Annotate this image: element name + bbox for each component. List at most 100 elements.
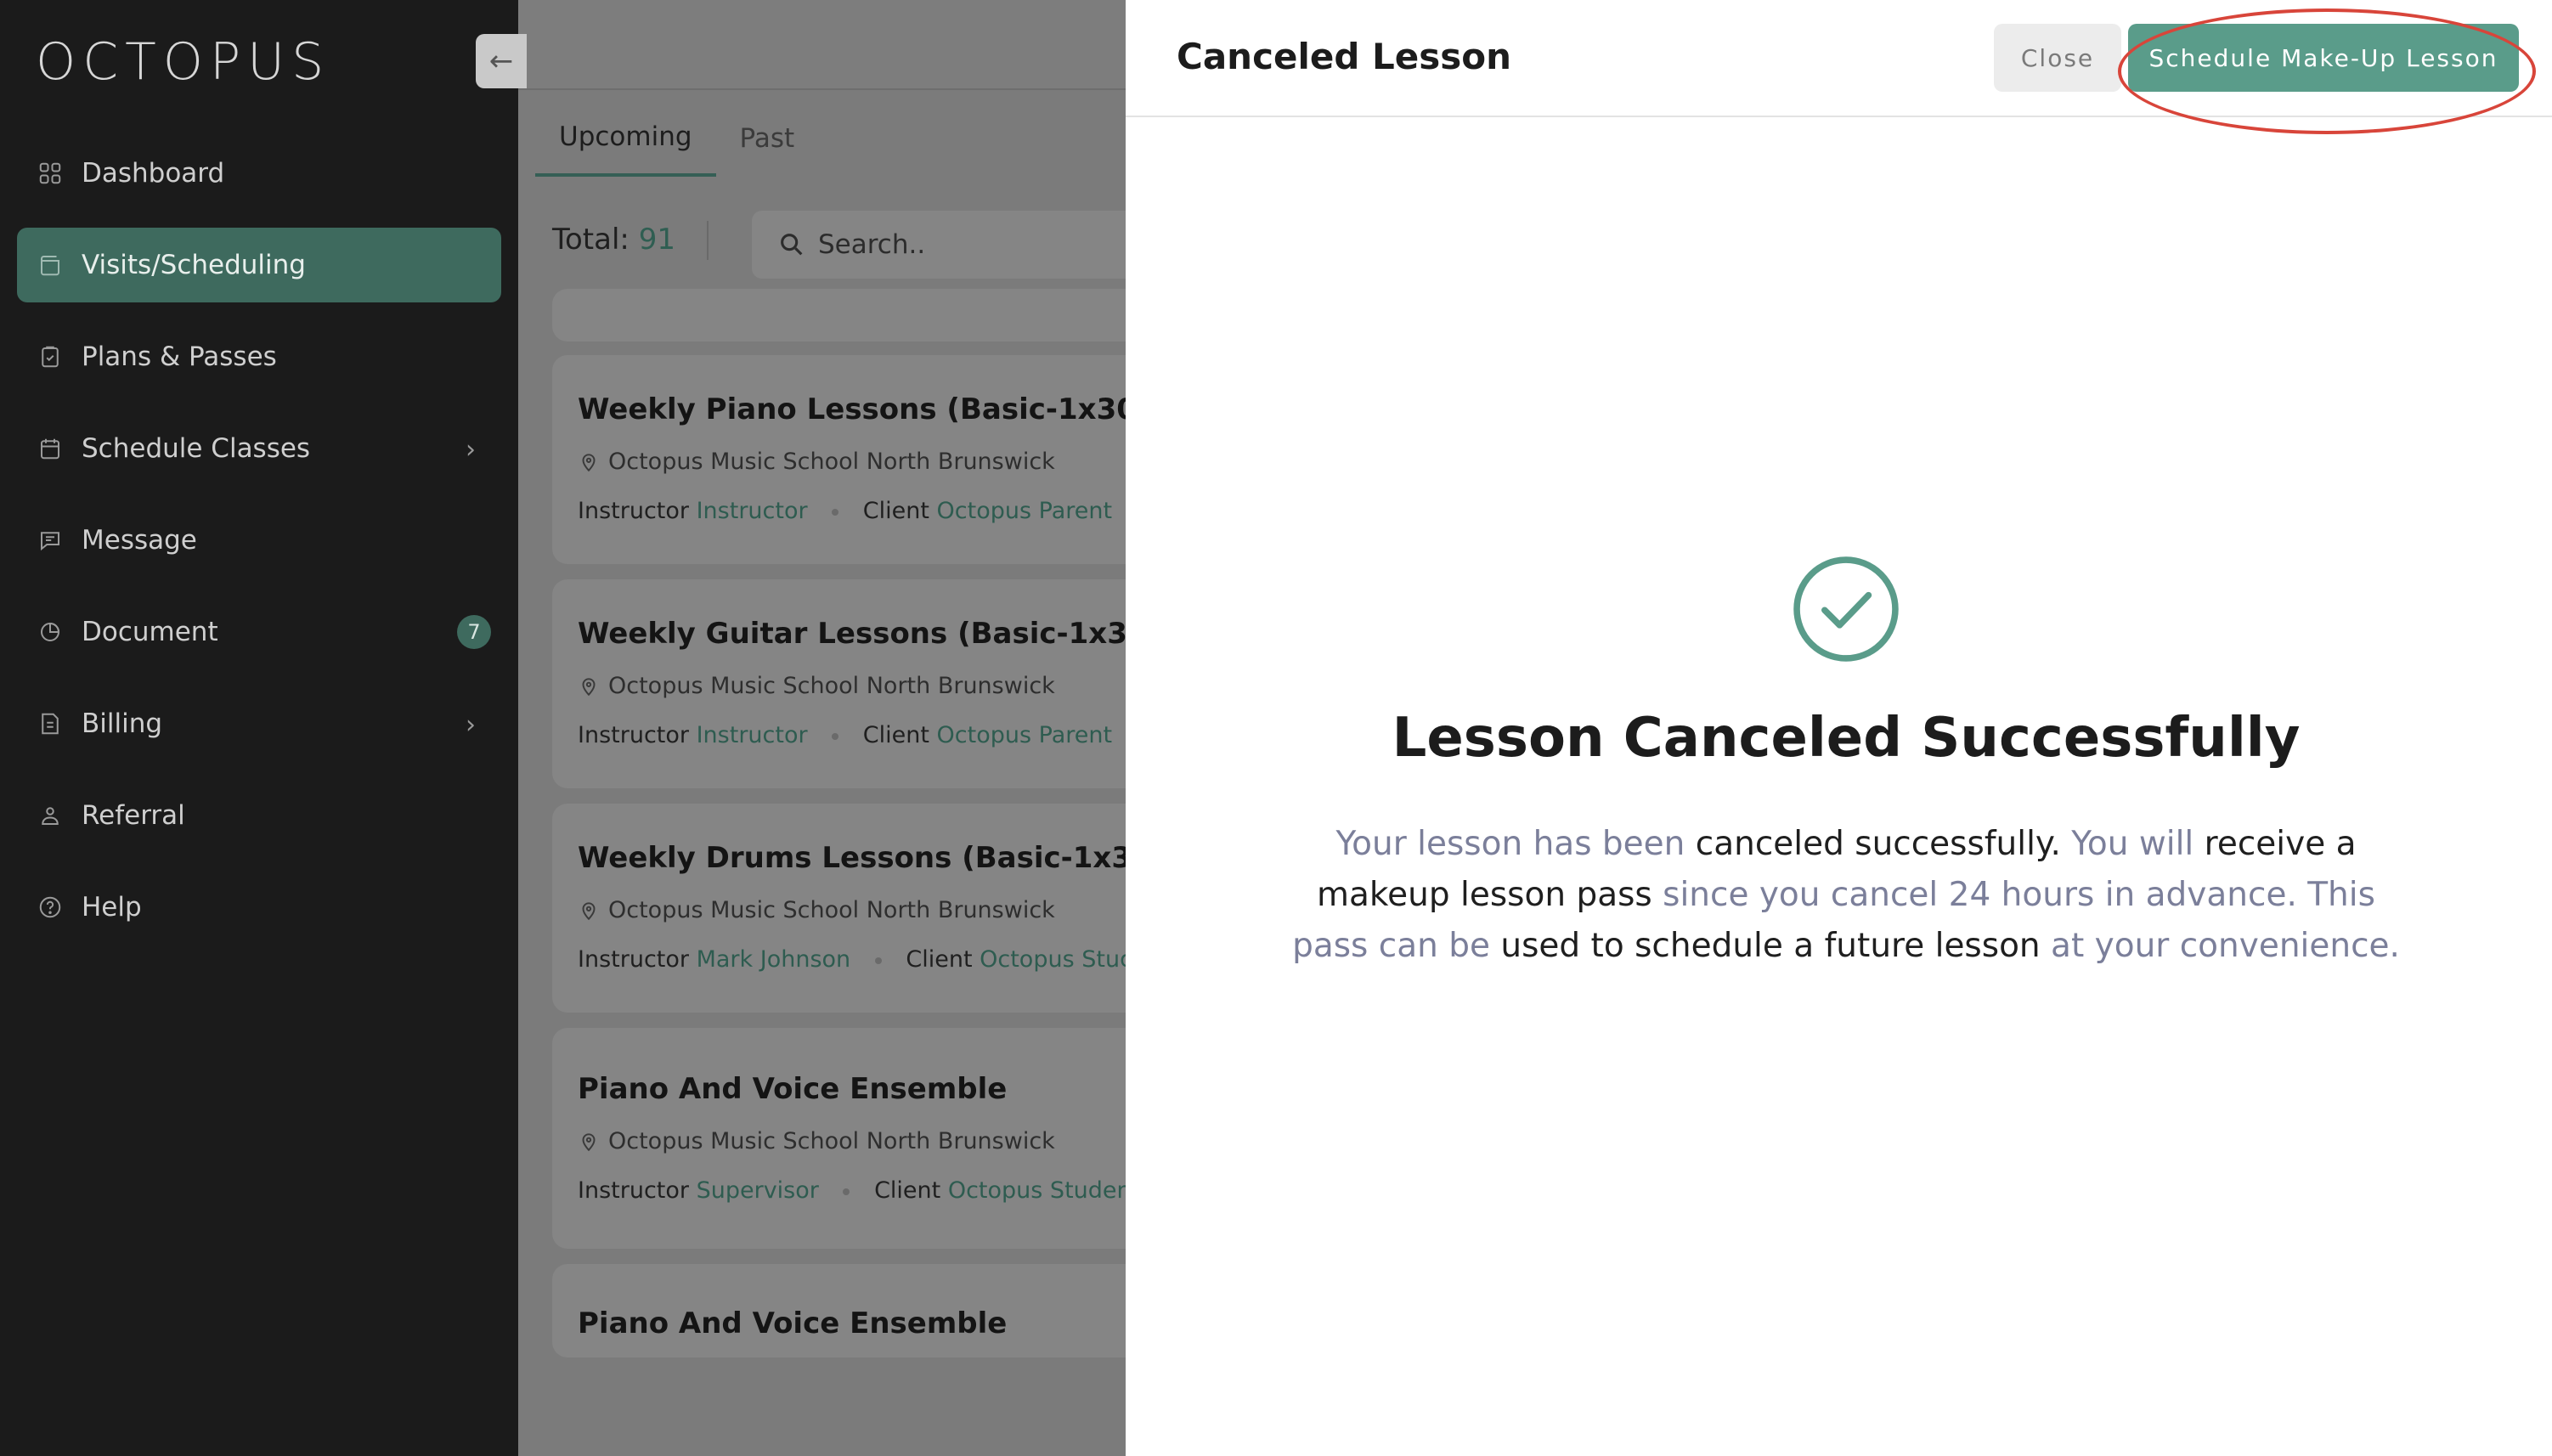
location-pin-icon [582, 677, 596, 696]
sidebar-item-label: Message [82, 525, 197, 556]
lesson-card[interactable]: Piano And Voice Ensemble [552, 1264, 1126, 1357]
drawer-header: Canceled Lesson Close Schedule Make-Up L… [1126, 0, 2552, 134]
lesson-title: Weekly Drums Lessons (Basic-1x30) [578, 841, 1126, 875]
message-fragment: Your lesson has been [1335, 825, 1696, 863]
sidebar-item-plans-passes[interactable]: Plans & Passes [17, 319, 501, 394]
search-icon [781, 234, 803, 256]
location-text: Octopus Music School North Brunswick [608, 449, 1055, 475]
sidebar-item-label: Plans & Passes [82, 341, 277, 372]
location-text: Octopus Music School North Brunswick [608, 1128, 1055, 1154]
total-value: 91 [638, 223, 675, 257]
lesson-people: Instructor Instructor Client Octopus Par… [578, 498, 1126, 524]
client-name[interactable]: Octopus Studer [980, 946, 1126, 973]
message-fragment: used to schedule a future lesson [1500, 927, 2052, 965]
drawer-title: Canceled Lesson [1177, 36, 1512, 77]
sidebar-item-document[interactable]: Document 7 [17, 595, 501, 669]
canceled-lesson-drawer: Canceled Lesson Close Schedule Make-Up L… [1126, 0, 2552, 1456]
schedule-makeup-lesson-button[interactable]: Schedule Make-Up Lesson [2128, 24, 2519, 92]
location-text: Octopus Music School North Brunswick [608, 897, 1055, 923]
instructor-name[interactable]: Instructor [697, 498, 808, 524]
calendar-icon [36, 251, 65, 279]
chevron-right-icon: › [466, 710, 476, 740]
chevron-right-icon: › [466, 435, 476, 465]
client-name[interactable]: Octopus Parent [937, 722, 1113, 748]
referral-icon [36, 801, 65, 830]
tab-past[interactable]: Past [716, 100, 819, 177]
lesson-title: Weekly Piano Lessons (Basic-1x30) [578, 392, 1126, 426]
success-message: Your lesson has been canceled successful… [1287, 819, 2405, 972]
separator-dot [832, 508, 839, 516]
sidebar-item-billing[interactable]: Billing › [17, 686, 501, 761]
instructor-label: Instructor [578, 1177, 689, 1204]
lesson-card[interactable]: Piano And Voice Ensemble Octopus Music S… [552, 1028, 1126, 1249]
message-fragment: canceled successfully. [1695, 825, 2072, 863]
search-input[interactable]: Search.. [752, 211, 1126, 279]
sidebar-item-referral[interactable]: Referral [17, 778, 501, 853]
tab-bar: Upcoming Past [535, 100, 1126, 177]
close-button[interactable]: Close [1994, 24, 2121, 92]
lesson-location: Octopus Music School North Brunswick [578, 897, 1055, 923]
lesson-location: Octopus Music School North Brunswick [578, 449, 1055, 475]
help-icon [36, 893, 65, 922]
sidebar-item-dashboard[interactable]: Dashboard [17, 136, 501, 211]
client-label: Client [862, 722, 929, 748]
sidebar-item-label: Dashboard [82, 158, 225, 189]
lesson-card[interactable]: Weekly Guitar Lessons (Basic-1x30) Octop… [552, 579, 1126, 788]
sidebar-item-help[interactable]: Help [17, 870, 501, 945]
sidebar-item-label: Schedule Classes [82, 433, 311, 464]
client-label: Client [862, 498, 929, 524]
separator-dot [832, 732, 839, 740]
main-content: Upcoming Past Total: 91 Search.. Weekly … [518, 0, 1126, 1456]
lesson-card[interactable]: Weekly Piano Lessons (Basic-1x30) Octopu… [552, 355, 1126, 564]
tab-upcoming[interactable]: Upcoming [535, 100, 716, 177]
app-logo[interactable]: OCTOPUS [36, 32, 330, 92]
client-name[interactable]: Octopus Parent [937, 498, 1113, 524]
lesson-title: Piano And Voice Ensemble [578, 1306, 1008, 1340]
lesson-people: Instructor Mark Johnson Client Octopus S… [578, 946, 1126, 973]
top-bar [518, 0, 1126, 90]
location-text: Octopus Music School North Brunswick [608, 673, 1055, 699]
separator-dot [843, 1188, 850, 1195]
lesson-people: Instructor Supervisor Client Octopus Stu… [578, 1177, 1126, 1204]
instructor-name[interactable]: Instructor [697, 722, 808, 748]
success-heading: Lesson Canceled Successfully [1392, 707, 2301, 770]
message-fragment: at your convenience. [2051, 927, 2400, 965]
location-pin-icon [582, 1132, 596, 1151]
grid-icon [36, 159, 65, 188]
lesson-location: Octopus Music School North Brunswick [578, 673, 1055, 699]
calendar-icon [36, 434, 65, 463]
arrow-left-icon: ← [488, 44, 514, 78]
instructor-label: Instructor [578, 498, 689, 524]
lesson-people: Instructor Instructor Client Octopus Par… [578, 722, 1126, 748]
notification-badge: 7 [457, 615, 491, 649]
sidebar-item-schedule-classes[interactable]: Schedule Classes › [17, 411, 501, 486]
total-count: Total: 91 [552, 223, 675, 257]
client-name[interactable]: Octopus Student [948, 1177, 1126, 1204]
search-placeholder: Search.. [818, 229, 926, 260]
sidebar-item-visits-scheduling[interactable]: Visits/Scheduling [17, 228, 501, 302]
divider [707, 221, 709, 260]
sidebar: OCTOPUS Dashboard Visits/Scheduling Plan… [0, 0, 518, 1456]
list-item[interactable] [552, 289, 1126, 341]
lesson-card[interactable]: Weekly Drums Lessons (Basic-1x30) Octopu… [552, 804, 1126, 1013]
total-label: Total: [552, 223, 630, 257]
instructor-name[interactable]: Supervisor [697, 1177, 819, 1204]
collapse-sidebar-button[interactable]: ← [476, 34, 527, 88]
location-pin-icon [582, 453, 596, 471]
separator-dot [874, 957, 882, 964]
check-circle-icon [1793, 556, 1899, 662]
sidebar-item-label: Visits/Scheduling [82, 250, 306, 280]
clipboard-icon [36, 342, 65, 371]
sidebar-item-label: Help [82, 892, 142, 923]
message-fragment: You will [2071, 825, 2205, 863]
lesson-location: Octopus Music School North Brunswick [578, 1128, 1055, 1154]
location-pin-icon [582, 901, 596, 920]
instructor-name[interactable]: Mark Johnson [697, 946, 851, 973]
instructor-label: Instructor [578, 946, 689, 973]
message-icon [36, 526, 65, 555]
sidebar-item-label: Document [82, 617, 218, 647]
document-icon [36, 618, 65, 646]
sidebar-nav: Dashboard Visits/Scheduling Plans & Pass… [17, 136, 501, 962]
sidebar-item-label: Referral [82, 800, 185, 831]
sidebar-item-message[interactable]: Message [17, 503, 501, 578]
